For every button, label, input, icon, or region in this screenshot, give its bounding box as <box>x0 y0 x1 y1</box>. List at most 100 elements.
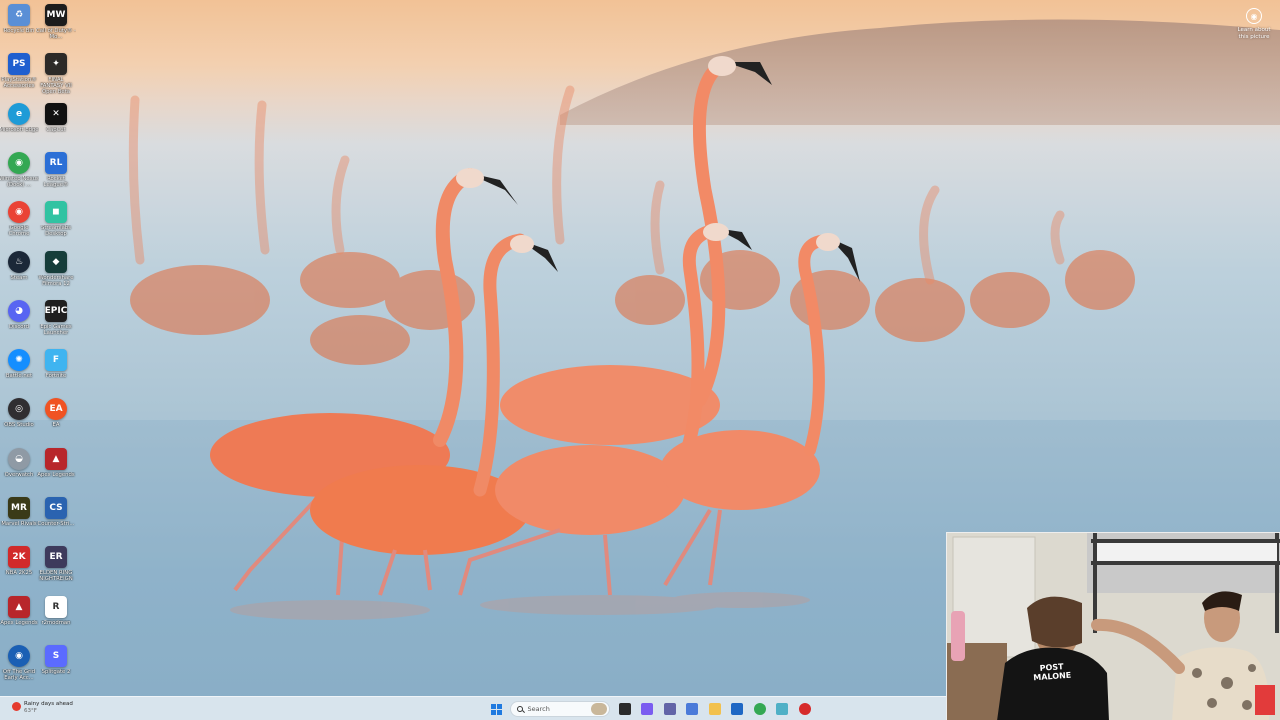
obs-icon: ◎ <box>8 398 30 421</box>
desktop-icon[interactable]: EPIC Epic Games Launcher <box>37 299 75 346</box>
camera-icon: ◉ <box>1246 8 1262 24</box>
desktop-icon-label: Counter-Stri... <box>37 521 75 527</box>
playstation-accessories-icon: PS <box>8 53 30 76</box>
search-icon <box>516 706 523 712</box>
desktop-icon-label: FINAL FANTASY VII Open Beta <box>40 77 72 96</box>
search-placeholder: Search <box>527 705 550 713</box>
desktop-icon[interactable]: MR Marvel Rivals <box>0 497 38 543</box>
desktop-icon[interactable]: ◒ Overwatch <box>0 447 38 494</box>
taskbar-recorder-icon <box>798 703 811 715</box>
desktop-icon-label: ELDEN RING NIGHTREIGN <box>39 570 73 583</box>
desktop-icon[interactable]: F Fortnite <box>37 349 75 395</box>
call-of-duty-icon: MW <box>45 4 67 26</box>
edge-icon: e <box>8 102 30 125</box>
desktop-icon[interactable]: PS PlayStation® Accessories <box>0 53 38 99</box>
desktop-icon-label: Streamlabs Desktop <box>40 225 71 238</box>
desktop-icon[interactable]: CS Counter-Stri... <box>37 497 75 543</box>
weather-title: Rainy days ahead <box>24 701 73 707</box>
desktop-icon-label: Apex Legends <box>0 619 38 626</box>
nba2k25-icon: 2K <box>8 546 30 569</box>
desktop-icon-label: Steam <box>10 274 28 281</box>
chrome-icon: ◉ <box>8 201 30 224</box>
webcam-overlay: POST MALONE <box>946 532 1280 720</box>
discord-icon: ◕ <box>8 299 30 322</box>
desktop-icon[interactable]: ◉ Off The Grid Early Acc... <box>0 644 38 691</box>
marvel-rivals-icon: MR <box>8 497 30 519</box>
desktop-icon-label: Splitgate 2 <box>41 668 71 675</box>
desktop-icon-label: Discord <box>9 323 29 330</box>
desktop-icon-label: Overwatch <box>4 471 34 478</box>
final-fantasy-icon: ✦ <box>45 53 67 76</box>
chrome-app-icon: ◉ <box>8 151 30 174</box>
desktop-icon[interactable]: ✦ FINAL FANTASY VII Open Beta <box>37 53 75 99</box>
taskbar-store-icon <box>731 703 743 715</box>
learn-about-picture-label: Learn about this picture <box>1237 27 1271 40</box>
taskbar-copilot-icon <box>641 703 653 715</box>
desktop-icon[interactable]: ◉ Winstep Nexus (Dock) ... <box>0 151 39 198</box>
streamlabs-icon: ◼ <box>45 201 67 224</box>
desktop-icon-label: CapCut <box>46 126 66 133</box>
overwatch-icon: ◒ <box>8 447 30 470</box>
desktop-icon-label: Call of Duty® - Mo... <box>36 28 76 40</box>
taskbar-widgets-icon <box>686 703 698 715</box>
desktop-icon-label: Winstep Nexus (Dock) ... <box>0 175 39 188</box>
start-button[interactable] <box>487 700 505 718</box>
taskbar-task-view-icon <box>618 703 631 715</box>
desktop-icon[interactable]: S Splitgate 2 <box>37 644 75 691</box>
desktop-icon[interactable]: ◉ Google Chrome <box>0 201 38 247</box>
learn-about-picture[interactable]: ◉ Learn about this picture <box>1236 8 1272 40</box>
taskbar-app-button[interactable] <box>683 700 701 718</box>
battlenet-icon: ✺ <box>8 349 30 372</box>
taskbar-app-button[interactable] <box>616 700 634 718</box>
desktop-icon-label: Apex Legends <box>37 471 75 478</box>
epic-games-icon: EPIC <box>45 299 67 322</box>
taskbar-app-button[interactable] <box>638 700 656 718</box>
desktop-icon[interactable]: 2K NBA 2K25 <box>0 546 38 592</box>
weather-temp: 63°F <box>24 707 37 714</box>
desktop-icon[interactable]: ▲ Apex Legends <box>37 447 75 494</box>
desktop-icon[interactable]: ◕ Discord <box>0 299 38 346</box>
taskbar-app-button[interactable] <box>796 700 814 718</box>
taskbar-app-button[interactable] <box>728 700 746 718</box>
taskbar-app-button[interactable] <box>751 700 769 718</box>
desktop-icon[interactable]: EA EA <box>37 398 75 444</box>
desktop-icon-label: Off The Grid Early Acc... <box>2 668 36 681</box>
desktop-icon[interactable]: MW Call of Duty® - Mo... <box>36 4 76 50</box>
desktop-icon[interactable]: ♻ Recycle Bin <box>0 4 38 50</box>
desktop-icon-label: Google Chrome <box>8 225 30 238</box>
r2modman-icon: R <box>45 595 67 618</box>
desktop-icon[interactable]: ▲ Apex Legends <box>0 595 38 642</box>
desktop-icon[interactable]: ◆ Wondershare Filmora 12 <box>37 250 75 297</box>
taskbar-app-button[interactable] <box>706 700 724 718</box>
elden-ring-icon: ER <box>45 546 67 569</box>
taskbar-search[interactable]: Search <box>509 701 610 717</box>
desktop-icon[interactable]: ♨ Steam <box>0 250 38 297</box>
desktop-icon[interactable]: ◼ Streamlabs Desktop <box>37 201 75 247</box>
taskbar-app-button[interactable] <box>661 700 679 718</box>
taskbar-app-button[interactable] <box>773 700 791 718</box>
shirt-print: POST MALONE <box>1032 662 1071 682</box>
desktop-icon-label: r2modman <box>41 619 71 626</box>
desktop-icon[interactable]: ER ELDEN RING NIGHTREIGN <box>37 546 75 592</box>
filmora-icon: ◆ <box>45 250 67 273</box>
desktop-icon[interactable]: e Microsoft Edge <box>0 102 39 149</box>
desktop-icon-label: NBA 2K25 <box>5 570 33 577</box>
desktop-icon-label: PlayStation® Accessories <box>1 77 37 90</box>
search-highlight-icon <box>590 703 607 715</box>
taskbar-file-explorer-icon <box>708 703 721 715</box>
desktop-icon[interactable]: RL Rocket League® <box>37 151 75 198</box>
desktop-icon[interactable]: ◎ OBS Studio <box>0 398 38 444</box>
desktop-icon[interactable]: Rr2modman <box>37 595 75 642</box>
weather-icon <box>12 702 21 711</box>
off-the-grid-icon: ◉ <box>8 644 30 667</box>
desktop-icon-label: Wondershare Filmora 12 <box>38 274 74 287</box>
weather-widget[interactable]: Rainy days ahead 63°F <box>12 701 73 714</box>
recycle-bin-icon: ♻ <box>8 4 30 26</box>
taskbar-center: Search <box>487 700 818 718</box>
apex-legends-icon: ▲ <box>45 447 67 470</box>
taskbar-teams-icon <box>663 703 676 715</box>
counter-strike-icon: CS <box>45 497 67 519</box>
fortnite-icon: F <box>45 349 67 372</box>
desktop-icon[interactable]: ✕ CapCut <box>37 102 75 149</box>
desktop-icon[interactable]: ✺ Battle.net <box>0 349 38 395</box>
